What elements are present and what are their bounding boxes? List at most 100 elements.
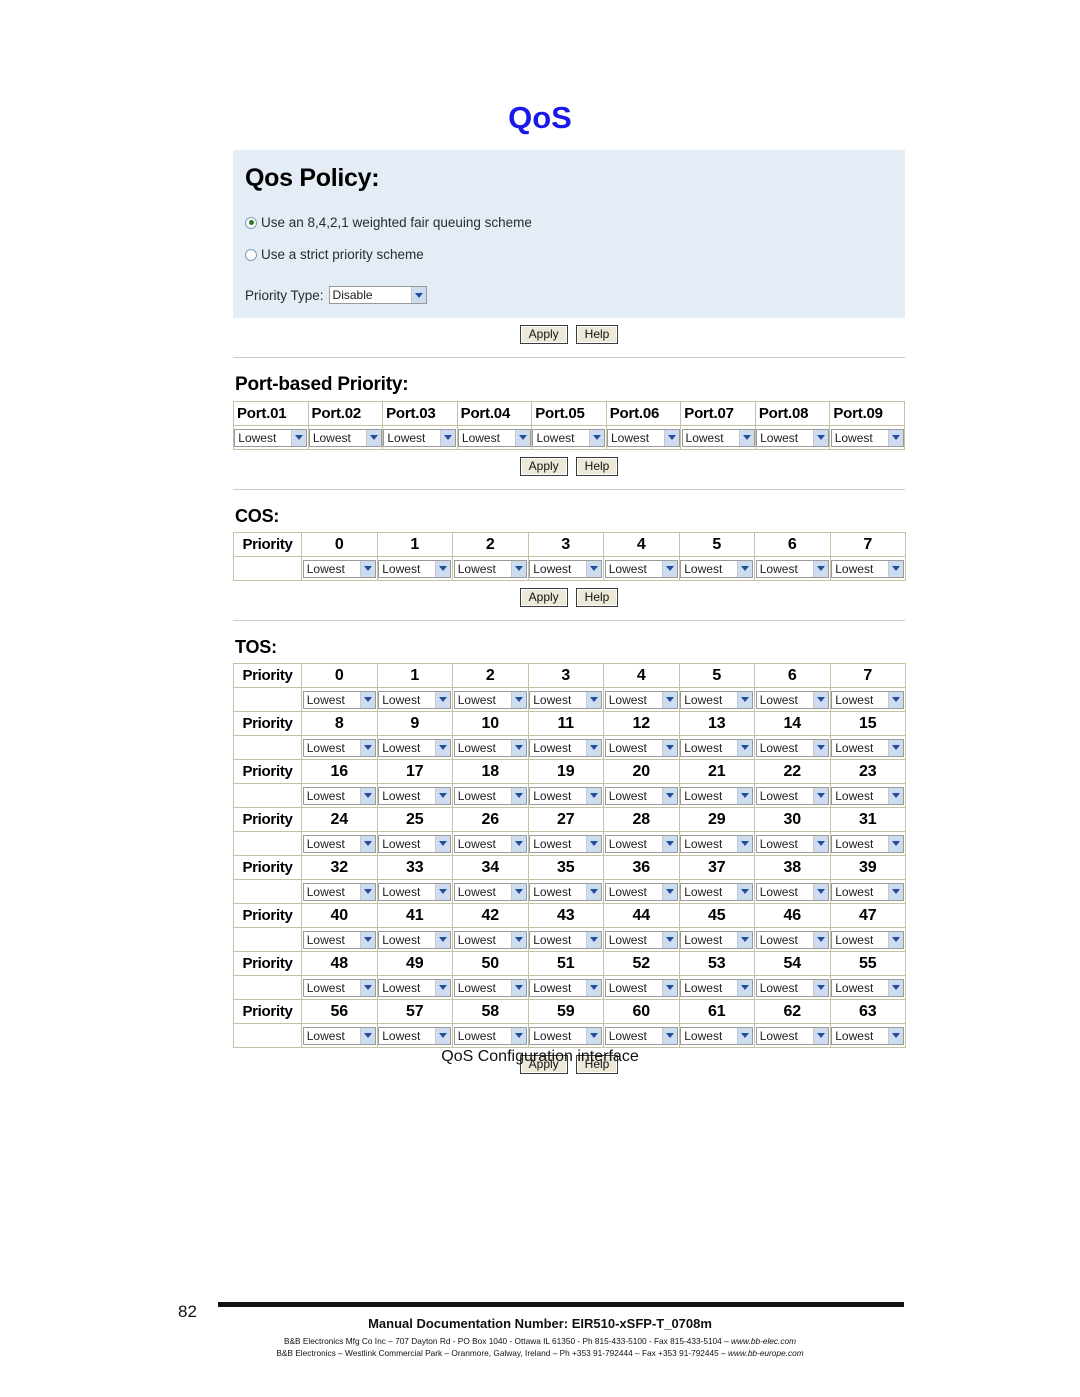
tos-priority-select-0[interactable]: Lowest xyxy=(302,690,376,709)
cos-apply-button[interactable]: Apply xyxy=(519,588,568,607)
tos-priority-select-43[interactable]: Lowest xyxy=(529,930,603,949)
tos-priority-select-4[interactable]: Lowest xyxy=(604,690,678,709)
cos-priority-select-3[interactable]: Lowest xyxy=(529,559,603,578)
tos-select-cell-3-1: Lowest xyxy=(376,831,453,856)
port-based-help-button[interactable]: Help xyxy=(575,457,619,476)
tos-priority-select-5[interactable]: Lowest xyxy=(680,690,754,709)
tos-priority-select-47-value: Lowest xyxy=(835,932,874,947)
port-priority-select-2[interactable]: Lowest xyxy=(308,428,382,447)
cos-priority-header-1: 1 xyxy=(376,532,453,557)
tos-priority-select-20[interactable]: Lowest xyxy=(604,786,678,805)
cos-help-button[interactable]: Help xyxy=(575,588,619,607)
tos-priority-select-61[interactable]: Lowest xyxy=(680,1026,754,1045)
tos-priority-select-38[interactable]: Lowest xyxy=(755,882,829,901)
policy-option-wfq[interactable]: Use an 8,4,2,1 weighted fair queuing sch… xyxy=(233,215,905,230)
cos-priority-select-6[interactable]: Lowest xyxy=(755,559,829,578)
tos-priority-select-10[interactable]: Lowest xyxy=(453,738,527,757)
cos-priority-select-1[interactable]: Lowest xyxy=(378,559,452,578)
tos-priority-select-25[interactable]: Lowest xyxy=(378,834,452,853)
cos-priority-select-2[interactable]: Lowest xyxy=(453,559,527,578)
figure-caption: QoS Configuration interface xyxy=(441,1048,639,1065)
tos-priority-select-8[interactable]: Lowest xyxy=(302,738,376,757)
tos-select-cell-6-6: Lowest xyxy=(754,975,831,1000)
tos-priority-select-29[interactable]: Lowest xyxy=(680,834,754,853)
policy-help-button[interactable]: Help xyxy=(575,325,619,344)
tos-priority-select-6[interactable]: Lowest xyxy=(755,690,829,709)
tos-priority-select-58[interactable]: Lowest xyxy=(453,1026,527,1045)
tos-priority-select-60[interactable]: Lowest xyxy=(604,1026,678,1045)
tos-priority-select-16[interactable]: Lowest xyxy=(302,786,376,805)
tos-priority-select-34[interactable]: Lowest xyxy=(453,882,527,901)
tos-priority-select-40[interactable]: Lowest xyxy=(302,930,376,949)
policy-option-strict[interactable]: Use a strict priority scheme xyxy=(233,247,905,262)
tos-priority-select-1[interactable]: Lowest xyxy=(378,690,452,709)
tos-priority-select-31[interactable]: Lowest xyxy=(831,834,905,853)
port-priority-select-1[interactable]: Lowest xyxy=(234,428,308,447)
tos-priority-select-46[interactable]: Lowest xyxy=(755,930,829,949)
tos-priority-select-7[interactable]: Lowest xyxy=(831,690,905,709)
tos-priority-select-50[interactable]: Lowest xyxy=(453,978,527,997)
tos-priority-select-53[interactable]: Lowest xyxy=(680,978,754,997)
radio-strict-icon[interactable] xyxy=(245,248,257,261)
tos-priority-select-17[interactable]: Lowest xyxy=(378,786,452,805)
tos-priority-select-48[interactable]: Lowest xyxy=(302,978,376,997)
tos-priority-select-42[interactable]: Lowest xyxy=(453,930,527,949)
tos-priority-select-2[interactable]: Lowest xyxy=(453,690,527,709)
tos-priority-select-52[interactable]: Lowest xyxy=(604,978,678,997)
tos-priority-select-27[interactable]: Lowest xyxy=(529,834,603,853)
port-priority-select-4[interactable]: Lowest xyxy=(457,428,531,447)
port-priority-select-5[interactable]: Lowest xyxy=(532,428,606,447)
port-based-apply-button[interactable]: Apply xyxy=(519,457,568,476)
tos-priority-select-49[interactable]: Lowest xyxy=(378,978,452,997)
port-priority-select-7[interactable]: Lowest xyxy=(681,428,755,447)
cos-priority-select-5[interactable]: Lowest xyxy=(680,559,754,578)
tos-priority-select-32[interactable]: Lowest xyxy=(302,882,376,901)
chevron-down-icon xyxy=(365,429,381,446)
tos-priority-select-13[interactable]: Lowest xyxy=(680,738,754,757)
port-priority-select-9[interactable]: Lowest xyxy=(830,428,904,447)
tos-priority-select-23[interactable]: Lowest xyxy=(831,786,905,805)
port-priority-select-6[interactable]: Lowest xyxy=(607,428,680,447)
tos-priority-select-9[interactable]: Lowest xyxy=(378,738,452,757)
tos-priority-select-28[interactable]: Lowest xyxy=(604,834,678,853)
cos-select-cell-1: Lowest xyxy=(376,556,453,581)
radio-wfq-icon[interactable] xyxy=(245,216,257,229)
tos-priority-select-33[interactable]: Lowest xyxy=(378,882,452,901)
tos-priority-select-22[interactable]: Lowest xyxy=(755,786,829,805)
cos-priority-select-7[interactable]: Lowest xyxy=(831,559,905,578)
tos-priority-select-59[interactable]: Lowest xyxy=(529,1026,603,1045)
tos-priority-select-47[interactable]: Lowest xyxy=(831,930,905,949)
tos-priority-select-57[interactable]: Lowest xyxy=(378,1026,452,1045)
tos-priority-select-36[interactable]: Lowest xyxy=(604,882,678,901)
tos-priority-select-15[interactable]: Lowest xyxy=(831,738,905,757)
tos-priority-select-44[interactable]: Lowest xyxy=(604,930,678,949)
tos-priority-select-56[interactable]: Lowest xyxy=(302,1026,376,1045)
tos-priority-select-26[interactable]: Lowest xyxy=(453,834,527,853)
tos-priority-select-11[interactable]: Lowest xyxy=(529,738,603,757)
tos-priority-select-51[interactable]: Lowest xyxy=(529,978,603,997)
tos-priority-select-30[interactable]: Lowest xyxy=(755,834,829,853)
tos-priority-select-21[interactable]: Lowest xyxy=(680,786,754,805)
policy-apply-button[interactable]: Apply xyxy=(519,325,568,344)
tos-priority-select-14[interactable]: Lowest xyxy=(755,738,829,757)
priority-type-select[interactable]: Disable xyxy=(328,286,427,304)
tos-priority-select-35[interactable]: Lowest xyxy=(529,882,603,901)
tos-priority-select-18[interactable]: Lowest xyxy=(453,786,527,805)
tos-priority-select-12[interactable]: Lowest xyxy=(604,738,678,757)
tos-priority-select-39[interactable]: Lowest xyxy=(831,882,905,901)
tos-priority-select-37[interactable]: Lowest xyxy=(680,882,754,901)
port-priority-select-8[interactable]: Lowest xyxy=(756,428,830,447)
port-priority-select-3[interactable]: Lowest xyxy=(383,428,457,447)
tos-priority-select-19[interactable]: Lowest xyxy=(529,786,603,805)
cos-priority-select-0[interactable]: Lowest xyxy=(302,559,376,578)
chevron-down-icon xyxy=(888,1027,904,1044)
tos-priority-select-24[interactable]: Lowest xyxy=(302,834,376,853)
tos-priority-select-55[interactable]: Lowest xyxy=(831,978,905,997)
tos-priority-select-45[interactable]: Lowest xyxy=(680,930,754,949)
cos-priority-select-4[interactable]: Lowest xyxy=(604,559,678,578)
tos-priority-select-62[interactable]: Lowest xyxy=(755,1026,829,1045)
tos-priority-select-3[interactable]: Lowest xyxy=(529,690,603,709)
tos-priority-select-63[interactable]: Lowest xyxy=(831,1026,905,1045)
tos-priority-select-54[interactable]: Lowest xyxy=(755,978,829,997)
tos-priority-select-41[interactable]: Lowest xyxy=(378,930,452,949)
